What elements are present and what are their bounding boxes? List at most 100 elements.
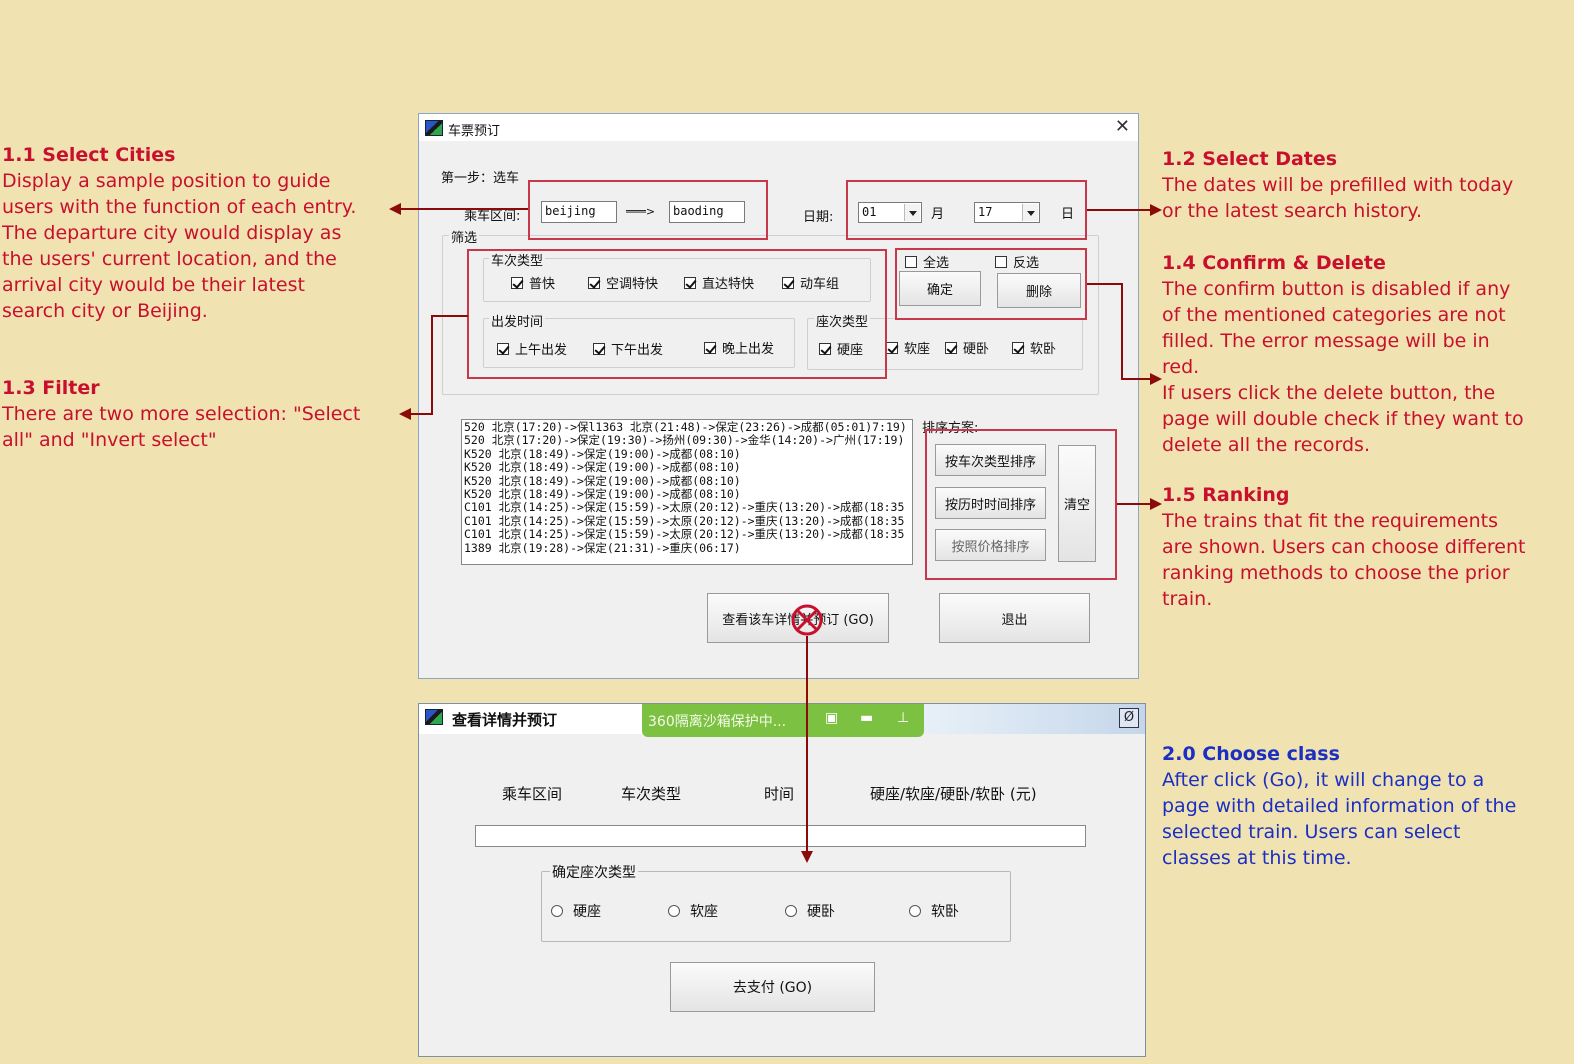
annotation-line: ranking methods to choose the prior bbox=[1162, 562, 1510, 584]
list-item[interactable]: 1389 北京(19:28)->保定(21:31)->重庆(06:17) bbox=[464, 541, 910, 555]
radio-circle[interactable] bbox=[668, 905, 680, 917]
radio-hard-seat[interactable]: 硬座 bbox=[551, 901, 601, 921]
list-item[interactable]: K520 北京(18:49)->保定(19:00)->成都(08:10) bbox=[464, 474, 910, 488]
window-title: 查看详情并预订 bbox=[452, 711, 558, 729]
radio-label: 硬卧 bbox=[807, 904, 835, 920]
annotation-heading: 1.2 Select Dates bbox=[1162, 148, 1338, 170]
checkbox-label: 硬卧 bbox=[963, 342, 990, 357]
checkbox-seat-3[interactable]: 软卧 bbox=[1012, 338, 1056, 357]
arrowhead-right bbox=[1150, 373, 1162, 385]
col-type-header: 车次类型 bbox=[621, 785, 682, 803]
annotation-heading: 1.1 Select Cities bbox=[2, 144, 176, 166]
arrowhead-left bbox=[399, 408, 411, 420]
annotation-confirm-delete: 1.4 Confirm & Delete The confirm button … bbox=[1162, 250, 1524, 458]
list-item[interactable]: 520 北京(17:20)->保定(19:30)->扬州(09:30)->金华(… bbox=[464, 433, 910, 447]
annotation-line: or the latest search history. bbox=[1162, 200, 1422, 222]
annotation-line: of the mentioned categories are not bbox=[1162, 304, 1506, 326]
exit-button[interactable]: 退出 bbox=[939, 593, 1090, 643]
annotation-line: users with the function of each entry. bbox=[2, 196, 357, 218]
col-route-header: 乘车区间 bbox=[502, 785, 563, 803]
radio-circle[interactable] bbox=[551, 905, 563, 917]
arrow-line bbox=[410, 413, 433, 415]
list-item[interactable]: K520 北京(18:49)->保定(19:00)->成都(08:10) bbox=[464, 487, 910, 501]
arrowhead-down bbox=[801, 851, 813, 863]
annotation-line: page will double check if they want to bbox=[1162, 408, 1524, 430]
annotation-heading: 2.0 Choose class bbox=[1162, 743, 1340, 765]
radio-label: 硬座 bbox=[573, 904, 601, 920]
annotation-line: If users click the delete button, the bbox=[1162, 382, 1496, 404]
arrow-line bbox=[432, 315, 468, 317]
radio-circle[interactable] bbox=[909, 905, 921, 917]
arrow-line bbox=[1121, 378, 1151, 380]
radio-circle[interactable] bbox=[785, 905, 797, 917]
col-price-header: 硬座/软座/硬卧/软卧 (元) bbox=[870, 785, 1037, 803]
train-results-list[interactable]: 520 北京(17:20)->保l1363 北京(21:48)->保定(23:2… bbox=[461, 419, 913, 565]
annotation-select-cities: 1.1 Select Cities Display a sample posit… bbox=[2, 142, 356, 324]
annotation-line: The dates will be prefilled with today bbox=[1162, 174, 1514, 196]
details-field[interactable] bbox=[475, 825, 1086, 847]
annotation-line: train. bbox=[1162, 588, 1213, 610]
annotation-line: red. bbox=[1162, 356, 1200, 378]
monitor-icon[interactable]: ▣ bbox=[825, 710, 841, 726]
annotation-line: arrival city would be their latest bbox=[2, 274, 305, 296]
annotation-line: search city or Beijing. bbox=[2, 300, 208, 322]
annotation-select-dates: 1.2 Select Dates The dates will be prefi… bbox=[1162, 146, 1513, 224]
folder-icon[interactable]: ▬ bbox=[860, 710, 876, 726]
annotation-line: The trains that fit the requirements bbox=[1162, 510, 1498, 532]
radio-soft-sleeper[interactable]: 软卧 bbox=[909, 901, 959, 921]
arrow-line bbox=[431, 315, 433, 415]
checkbox-box[interactable] bbox=[1012, 341, 1024, 354]
list-item[interactable]: 520 北京(17:20)->保l1363 北京(21:48)->保定(23:2… bbox=[464, 420, 910, 434]
highlight-confirm-delete bbox=[895, 248, 1087, 320]
list-item[interactable]: C101 北京(14:25)->保定(15:59)->太原(20:12)->重庆… bbox=[464, 527, 910, 541]
annotation-heading: 1.5 Ranking bbox=[1162, 484, 1290, 506]
sandbox-badge: 360隔离沙箱保护中... ▣ ▬ ⊥ bbox=[642, 704, 924, 737]
list-item[interactable]: C101 北京(14:25)->保定(15:59)->太原(20:12)->重庆… bbox=[464, 501, 910, 515]
checkbox-label: 软座 bbox=[904, 342, 931, 357]
pin-icon[interactable]: ⊥ bbox=[897, 710, 913, 726]
pay-go-button[interactable]: 去支付 (GO) bbox=[670, 962, 875, 1012]
list-item[interactable]: K520 北京(18:49)->保定(19:00)->成都(08:10) bbox=[464, 460, 910, 474]
app-icon bbox=[425, 120, 443, 136]
radio-soft-seat[interactable]: 软座 bbox=[668, 901, 718, 921]
annotation-line: delete all the records. bbox=[1162, 434, 1370, 456]
annotation-line: classes at this time. bbox=[1162, 847, 1352, 869]
annotation-line: are shown. Users can choose different bbox=[1162, 536, 1526, 558]
close-icon[interactable]: ✕ bbox=[1115, 117, 1130, 137]
arrow-line bbox=[1087, 283, 1123, 285]
col-time-header: 时间 bbox=[764, 785, 795, 803]
arrowhead-left bbox=[389, 203, 401, 215]
checkbox-seat-1[interactable]: 软座 bbox=[886, 338, 930, 357]
restore-icon[interactable]: Ø bbox=[1119, 708, 1139, 728]
annotation-line: filled. The error message will be in bbox=[1162, 330, 1490, 352]
seat-class-title: 确定座次类型 bbox=[550, 862, 638, 882]
click-target-icon bbox=[791, 604, 823, 636]
annotation-line: There are two more selection: "Select bbox=[2, 403, 361, 425]
checkbox-box[interactable] bbox=[945, 341, 957, 354]
highlight-filter bbox=[467, 249, 887, 379]
step-label: 第一步：选车 bbox=[441, 171, 520, 186]
radio-hard-sleeper[interactable]: 硬卧 bbox=[785, 901, 835, 921]
annotation-line: The confirm button is disabled if any bbox=[1162, 278, 1511, 300]
window-title: 车票预订 bbox=[448, 124, 501, 139]
arrow-line bbox=[806, 636, 808, 852]
arrow-line bbox=[1117, 503, 1151, 505]
filter-title: 筛选 bbox=[449, 227, 480, 246]
arrow-line bbox=[400, 208, 528, 210]
highlight-ranking bbox=[925, 429, 1117, 580]
click-target-svg bbox=[791, 604, 823, 636]
checkbox-seat-2[interactable]: 硬卧 bbox=[945, 338, 989, 357]
radio-label: 软卧 bbox=[931, 904, 959, 920]
date-label: 日期: bbox=[803, 210, 834, 225]
annotation-line: page with detailed information of the bbox=[1162, 795, 1517, 817]
list-item[interactable]: K520 北京(18:49)->保定(19:00)->成都(08:10) bbox=[464, 447, 910, 461]
arrow-line bbox=[1087, 209, 1151, 211]
annotation-line: the users' current location, and the bbox=[2, 248, 337, 270]
highlight-cities bbox=[528, 180, 768, 240]
annotation-heading: 1.4 Confirm & Delete bbox=[1162, 252, 1386, 274]
annotation-ranking: 1.5 Ranking The trains that fit the requ… bbox=[1162, 482, 1525, 612]
list-item[interactable]: C101 北京(14:25)->保定(15:59)->太原(20:12)->重庆… bbox=[464, 514, 910, 528]
checkbox-box[interactable] bbox=[886, 341, 898, 354]
highlight-dates bbox=[846, 180, 1087, 240]
annotation-line: selected train. Users can select bbox=[1162, 821, 1461, 843]
